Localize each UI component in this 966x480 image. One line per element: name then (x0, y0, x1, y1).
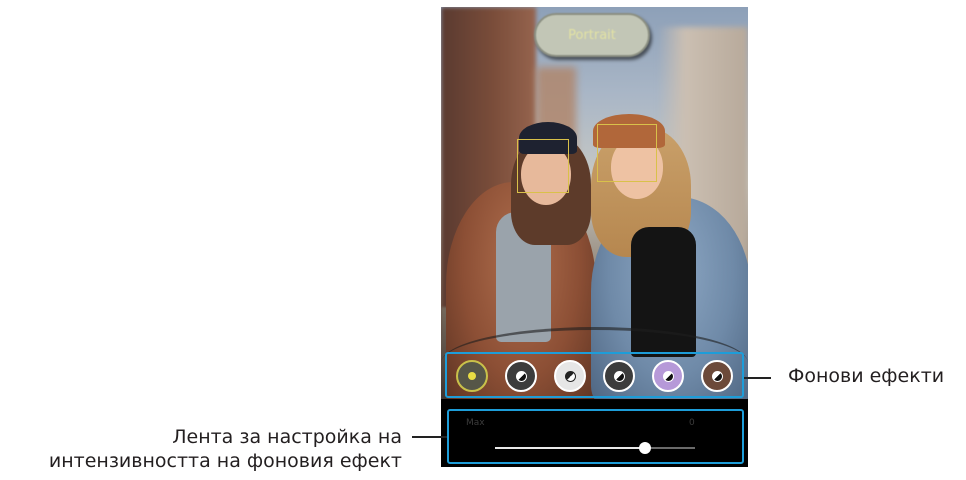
camera-preview[interactable]: Portrait (441, 7, 748, 399)
phone-screen: Portrait Max 0 (441, 7, 748, 467)
slider-highlight-frame (447, 409, 744, 464)
face-detection-box (517, 139, 569, 193)
effects-highlight-frame (445, 352, 744, 398)
effects-callout-label: Фонови ефекти (788, 365, 945, 387)
effects-leader-line (744, 377, 771, 379)
slider-callout-line1: Лента за настройка на (172, 426, 402, 448)
portrait-mode-pill[interactable]: Portrait (534, 13, 650, 57)
slider-callout-label: Лента за настройка на интензивността на … (49, 425, 402, 473)
portrait-mode-label: Portrait (568, 27, 616, 43)
face-detection-box (597, 124, 657, 182)
slider-leader-line (412, 436, 447, 438)
slider-callout-line2: интензивността на фоновия ефект (48, 450, 402, 472)
